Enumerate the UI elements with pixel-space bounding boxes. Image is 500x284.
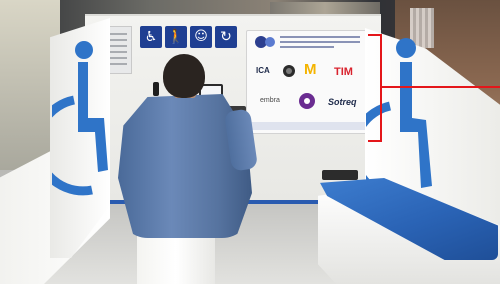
logo-embra: embra [260, 97, 280, 104]
logo-tim: TIM [334, 66, 353, 78]
globe-logo-icon [283, 65, 295, 77]
bottle [153, 82, 159, 96]
person-head [163, 54, 205, 98]
black-bag [322, 170, 358, 180]
logo-ica: ICA [256, 66, 270, 75]
sponsor-board-header [252, 34, 364, 50]
purple-logo-icon [299, 93, 315, 109]
wheelchair-icon: ♿ [140, 26, 162, 48]
elderly-icon: ↻ [215, 26, 237, 48]
sponsor-board-footer [250, 122, 366, 130]
logo-sotreq: Sotreq [328, 97, 357, 107]
photo-scene: ♿ 🚶 ☺ ↻ ICA M TIM embra Sotreq [0, 0, 500, 284]
accessibility-logo-icon [255, 36, 275, 48]
annotation-bracket [368, 34, 382, 142]
pregnant-icon: ☺ [190, 26, 212, 48]
logo-mcdonalds: M [304, 61, 317, 78]
annotation-pointer-line [382, 86, 500, 88]
walking-person-icon: 🚶 [165, 26, 187, 48]
wheelchair-symbol-left-icon [52, 41, 108, 196]
